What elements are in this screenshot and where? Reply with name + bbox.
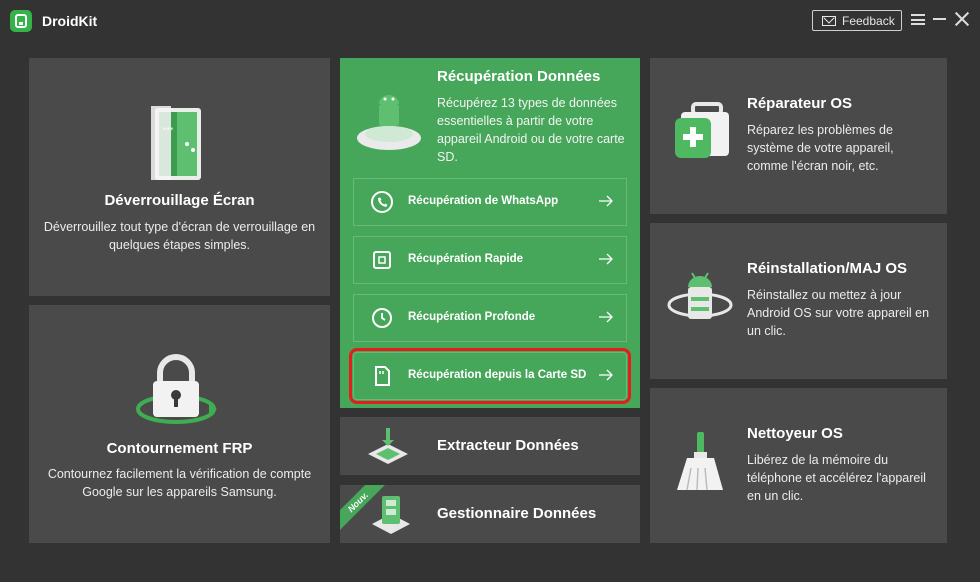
recovery-title: Récupération Données: [437, 68, 601, 85]
feedback-label: Feedback: [842, 13, 895, 28]
cleaner-title: Nettoyeur OS: [747, 425, 843, 442]
frp-title: Contournement FRP: [106, 440, 253, 457]
app-name: DroidKit: [42, 13, 98, 29]
sd-card-icon: [375, 366, 390, 386]
recovery-desc: Récupérez 13 types de données essentiell…: [437, 96, 625, 164]
repair-desc: Réparez les problèmes de système de votr…: [747, 123, 894, 173]
whatsapp-recovery-button[interactable]: Récupération de WhatsApp: [353, 178, 627, 226]
mail-icon: [822, 15, 836, 26]
svg-text:***: ***: [163, 126, 174, 134]
card-os-reinstall[interactable]: Réinstallation/MAJ OS Réinstallez ou met…: [650, 223, 947, 379]
quick-recovery-button[interactable]: Récupération Rapide: [353, 236, 627, 284]
first-aid-kit-icon: [675, 102, 729, 158]
manager-title: Gestionnaire Données: [437, 505, 597, 522]
unlock-desc: Déverrouillez tout type d'écran de verro…: [43, 220, 316, 252]
sd-card-recovery-label: Récupération depuis la Carte SD: [408, 369, 587, 381]
android-update-icon: [667, 272, 733, 319]
card-screen-unlock[interactable]: *** Déverrouillage Écran Déverrouillez t…: [29, 58, 330, 296]
arrow-right-icon: [599, 253, 613, 265]
card-os-repair[interactable]: Réparateur OS Réparez les problèmes de s…: [650, 58, 947, 214]
whatsapp-recovery-label: Récupération de WhatsApp: [408, 195, 559, 207]
frp-desc: Contournez facilement la vérification de…: [47, 467, 312, 499]
quick-scan-icon: [373, 251, 391, 269]
extractor-title: Extracteur Données: [437, 437, 579, 454]
card-data-manager[interactable]: Nouv. Gestionnaire Données: [340, 485, 640, 543]
reinstall-desc: Réinstallez ou mettez à jour Android OS …: [747, 288, 930, 338]
deep-scan-icon: [372, 308, 392, 328]
padlock-icon: [136, 354, 217, 424]
data-manager-icon: [372, 496, 410, 534]
whatsapp-icon: [371, 191, 393, 213]
unlock-title: Déverrouillage Écran: [104, 192, 255, 209]
arrow-right-icon: [599, 195, 613, 207]
close-icon[interactable]: [954, 11, 970, 27]
arrow-right-icon: [599, 369, 613, 381]
minimize-icon[interactable]: [933, 18, 946, 20]
sd-card-recovery-button[interactable]: Récupération depuis la Carte SD: [349, 348, 631, 404]
arrow-right-icon: [599, 311, 613, 323]
android-recovery-icon: [357, 95, 421, 150]
reinstall-title: Réinstallation/MAJ OS: [747, 260, 908, 277]
title-bar: DroidKit Feedback: [0, 0, 980, 44]
deep-recovery-label: Récupération Profonde: [408, 311, 536, 323]
card-frp-bypass[interactable]: Contournement FRP Contournez facilement …: [29, 305, 330, 543]
extractor-icon: [368, 428, 408, 464]
feedback-button[interactable]: Feedback: [812, 10, 902, 31]
repair-title: Réparateur OS: [747, 95, 853, 112]
deep-recovery-button[interactable]: Récupération Profonde: [353, 294, 627, 342]
quick-recovery-label: Récupération Rapide: [408, 253, 524, 265]
card-data-extractor[interactable]: Extracteur Données: [340, 417, 640, 475]
card-data-recovery[interactable]: Récupération Données Récupérez 13 types …: [340, 58, 640, 408]
broom-icon: [677, 432, 723, 491]
cleaner-desc: Libérez de la mémoire du téléphone et ac…: [747, 453, 926, 503]
card-os-cleaner[interactable]: Nettoyeur OS Libérez de la mémoire du té…: [650, 388, 947, 543]
droidkit-logo-icon: [10, 10, 32, 32]
menu-icon[interactable]: [911, 14, 925, 25]
phone-unlock-icon: ***: [151, 106, 201, 180]
